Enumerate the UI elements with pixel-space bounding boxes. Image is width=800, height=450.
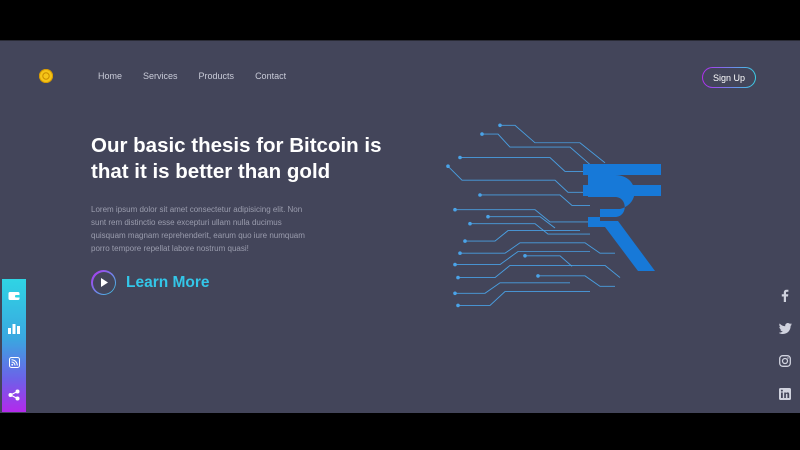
- page-frame: Home Services Products Contact Sign Up O…: [0, 40, 800, 413]
- circuit-node: [480, 132, 484, 136]
- circuit-trace: [538, 275, 615, 287]
- circuit-trace: [525, 255, 573, 267]
- rupee-part: [583, 164, 661, 175]
- circuit-node: [536, 274, 540, 278]
- circuit-node: [453, 207, 457, 212]
- circuit-node: [456, 303, 460, 308]
- circuit-trace: [465, 230, 580, 242]
- circuit-node: [478, 193, 482, 197]
- sign-up-label: Sign Up: [703, 68, 755, 87]
- nav-home[interactable]: Home: [98, 71, 122, 81]
- circuit-node: [453, 262, 457, 267]
- circuit-trace: [447, 165, 590, 193]
- circuit-node: [463, 239, 467, 243]
- circuit-node: [486, 214, 490, 219]
- twitter-icon[interactable]: [777, 320, 793, 336]
- circuit-trace: [455, 209, 595, 223]
- rupee-circuit-icon: [440, 121, 670, 316]
- linkedin-icon[interactable]: [777, 386, 793, 402]
- sign-up-button[interactable]: Sign Up: [702, 67, 756, 88]
- circuit-trace: [470, 223, 590, 235]
- coin-icon[interactable]: [39, 69, 53, 83]
- circuit-trace: [460, 157, 590, 172]
- social-links: [777, 287, 793, 402]
- circuit-node: [446, 164, 450, 168]
- rss-icon[interactable]: [2, 350, 26, 374]
- hero-description: Lorem ipsum dolor sit amet consectetur a…: [91, 205, 305, 253]
- circuit-node: [523, 254, 527, 258]
- circuit-node: [453, 291, 457, 296]
- circuit-node: [456, 275, 460, 280]
- play-button[interactable]: [91, 270, 116, 295]
- rupee-symbol: [583, 164, 661, 271]
- bar-chart-icon[interactable]: [2, 317, 26, 341]
- share-icon[interactable]: [2, 383, 26, 407]
- nav-products[interactable]: Products: [199, 71, 235, 81]
- circuit-trace: [482, 133, 591, 165]
- nav-contact[interactable]: Contact: [255, 71, 286, 81]
- play-icon: [92, 271, 115, 294]
- left-sidebar: [2, 279, 26, 412]
- hero-headline: Our basic thesis for Bitcoin is that it …: [91, 134, 382, 183]
- learn-more-button[interactable]: Learn More: [91, 270, 210, 295]
- instagram-icon[interactable]: [777, 353, 793, 369]
- wallet-icon[interactable]: [2, 284, 26, 308]
- circuit-trace: [480, 194, 590, 206]
- circuit-node: [468, 221, 472, 226]
- facebook-icon[interactable]: [777, 287, 793, 303]
- learn-more-label[interactable]: Learn More: [126, 274, 210, 292]
- circuit-node: [458, 155, 462, 160]
- circuit-node: [458, 251, 462, 255]
- nav-services[interactable]: Services: [143, 71, 178, 81]
- main-nav: Home Services Products Contact: [98, 71, 286, 81]
- circuit-node: [498, 123, 502, 128]
